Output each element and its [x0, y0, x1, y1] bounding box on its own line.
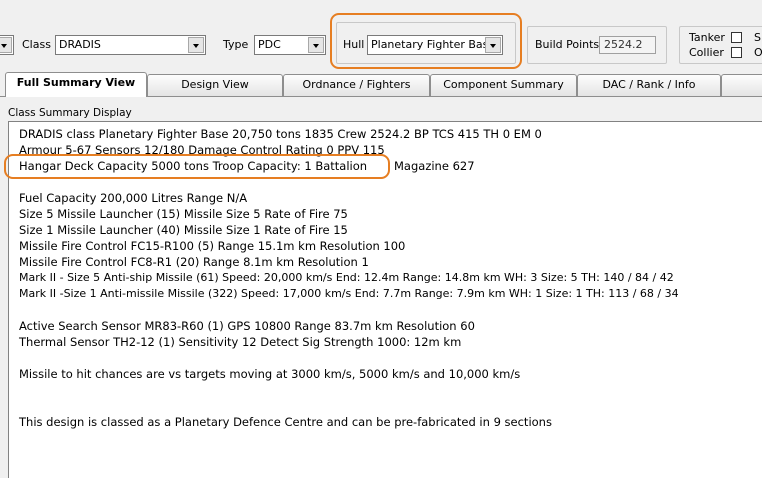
summary-line-3b: Magazine 627: [394, 159, 475, 173]
summary-line-6: Size 1 Missile Launcher (40) Missile Siz…: [19, 223, 348, 237]
summary-line-12: Thermal Sensor TH2-12 (1) Sensitivity 12…: [19, 335, 462, 349]
summary-line-5: Size 5 Missile Launcher (15) Missile Siz…: [19, 207, 348, 221]
tanker-label: Tanker: [689, 31, 725, 44]
tab-component-summary[interactable]: Component Summary: [430, 74, 577, 96]
cut-label-1: S: [754, 31, 761, 44]
class-select[interactable]: DRADIS: [55, 35, 206, 55]
section-label: Class Summary Display: [8, 107, 132, 119]
cut-label-2: O: [754, 46, 762, 59]
summary-line-4: Fuel Capacity 200,000 Litres Range N/A: [19, 191, 248, 205]
build-points-field: 2524.2: [599, 36, 656, 54]
summary-line-13: Missile to hit chances are vs targets mo…: [19, 367, 521, 381]
collier-label: Collier: [689, 46, 724, 59]
chevron-down-icon: [0, 37, 12, 53]
chevron-down-icon: [308, 37, 324, 53]
summary-line-8: Missile Fire Control FC8-R1 (20) Range 8…: [19, 255, 369, 269]
summary-line-9: Mark II - Size 5 Anti-ship Missile (61) …: [19, 271, 674, 284]
hangar-highlight: [4, 154, 390, 179]
tab-dac-rank-info[interactable]: DAC / Rank / Info: [577, 74, 721, 96]
tab-cut-off[interactable]: [721, 74, 762, 96]
summary-line-10: Mark II -Size 1 Anti-missile Missile (32…: [19, 287, 679, 300]
summary-line-11: Active Search Sensor MR83-R60 (1) GPS 10…: [19, 319, 475, 333]
tab-ordnance-fighters[interactable]: Ordnance / Fighters: [283, 74, 430, 96]
collier-checkbox[interactable]: [731, 47, 742, 58]
type-label: Type: [223, 38, 249, 51]
summary-line-1: DRADIS class Planetary Fighter Base 20,7…: [19, 127, 542, 141]
tanker-checkbox[interactable]: [731, 32, 742, 43]
chevron-down-icon: [188, 37, 204, 53]
hull-highlight: [330, 13, 522, 69]
class-select-value: DRADIS: [59, 38, 101, 51]
build-points-label: Build Points: [535, 38, 600, 51]
tab-full-summary[interactable]: Full Summary View: [5, 72, 147, 97]
tab-design-view[interactable]: Design View: [147, 74, 283, 96]
summary-line-7: Missile Fire Control FC15-R100 (5) Range…: [19, 239, 406, 253]
type-select[interactable]: PDC: [254, 35, 326, 55]
summary-line-14: This design is classed as a Planetary De…: [19, 415, 552, 429]
type-select-value: PDC: [258, 38, 281, 51]
left-cut-combo[interactable]: [0, 35, 14, 55]
class-label: Class: [22, 38, 51, 51]
